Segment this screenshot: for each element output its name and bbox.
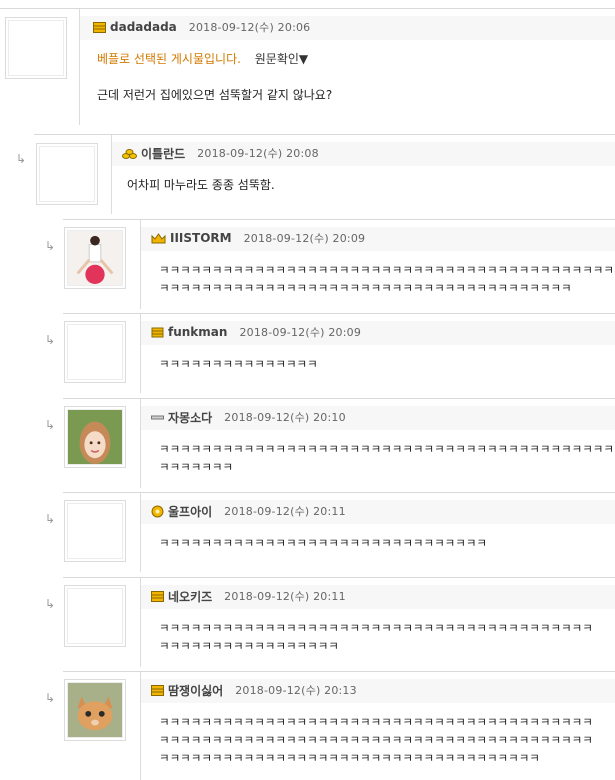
comment-1: dadadada 2018-09-12(수) 20:06 베플로 선택된 게시물… bbox=[0, 0, 615, 125]
avatar-photo-icon bbox=[68, 231, 122, 285]
avatar-kitten-icon bbox=[68, 683, 122, 737]
comment-date: 2018-09-12(수) 20:09 bbox=[243, 232, 366, 245]
gold-coins-level-icon bbox=[122, 148, 137, 159]
comment-text-line: ㅋㅋㅋㅋㅋㅋㅋㅋㅋㅋㅋㅋㅋㅋㅋㅋㅋㅋㅋㅋㅋㅋㅋㅋㅋㅋㅋㅋㅋㅋㅋㅋㅋㅋㅋㅋㅋㅋㅋㅋ… bbox=[159, 263, 614, 277]
comment-date: 2018-09-12(수) 20:10 bbox=[224, 411, 346, 424]
comment-text-line: ㅋㅋㅋㅋㅋㅋㅋㅋㅋㅋㅋㅋㅋㅋㅋㅋㅋㅋㅋㅋㅋㅋㅋㅋㅋㅋㅋㅋㅋㅋㅋㅋㅋㅋㅋㅋㅋㅋㅋㅋ… bbox=[159, 621, 593, 635]
silver-bar-level-icon bbox=[151, 415, 164, 419]
reply-arrow-icon: ↳ bbox=[45, 418, 56, 432]
comment-6: 울프아이 2018-09-12(수) 20:11 ㅋㅋㅋㅋㅋㅋㅋㅋㅋㅋㅋㅋㅋㅋㅋ… bbox=[63, 492, 615, 572]
author-nickname[interactable]: 네오키즈 bbox=[168, 588, 212, 605]
best-comment-label: 베플로 선택된 게시물입니다. bbox=[97, 52, 241, 66]
divider bbox=[0, 8, 615, 9]
author-nickname[interactable]: dadadada bbox=[110, 20, 177, 34]
comment-text-line: ㅋㅋㅋㅋㅋㅋㅋㅋㅋㅋㅋㅋㅋㅋㅋㅋㅋㅋㅋㅋㅋㅋㅋㅋㅋㅋㅋㅋㅋㅋㅋㅋㅋㅋㅋㅋㅋㅋㅋㅋ… bbox=[159, 442, 614, 456]
comment-text-line: ㅋㅋㅋㅋㅋㅋㅋ bbox=[159, 460, 234, 474]
avatar-photo-icon bbox=[68, 410, 122, 464]
comment-4: funkman 2018-09-12(수) 20:09 ㅋㅋㅋㅋㅋㅋㅋㅋㅋㅋㅋㅋ… bbox=[63, 313, 615, 393]
comment-date: 2018-09-12(수) 20:09 bbox=[239, 326, 362, 339]
gold-stack-level-icon bbox=[151, 327, 164, 337]
author-nickname[interactable]: 자몽소다 bbox=[168, 409, 212, 426]
avatar[interactable] bbox=[64, 227, 126, 289]
author-nickname[interactable]: funkman bbox=[168, 325, 227, 339]
avatar[interactable] bbox=[36, 143, 98, 205]
gold-crown-level-icon bbox=[151, 232, 166, 243]
comment-text-line: ㅋㅋㅋㅋㅋㅋㅋㅋㅋㅋㅋㅋㅋㅋㅋㅋㅋㅋㅋㅋㅋㅋㅋㅋㅋㅋㅋㅋㅋㅋㅋㅋㅋㅋㅋㅋㅋㅋㅋ bbox=[159, 281, 572, 295]
comment-8: 땀쟁이싫어 2018-09-12(수) 20:13 ㅋㅋㅋㅋㅋㅋㅋㅋㅋㅋㅋㅋㅋㅋ… bbox=[63, 671, 615, 780]
author-nickname[interactable]: 이틀란드 bbox=[141, 145, 185, 162]
gold-bar-level-icon bbox=[93, 21, 106, 33]
reply-arrow-icon: ↳ bbox=[16, 152, 27, 166]
comment-text-line: ㅋㅋㅋㅋㅋㅋㅋㅋㅋㅋㅋㅋㅋㅋㅋㅋㅋㅋㅋㅋㅋㅋㅋㅋㅋㅋㅋㅋㅋㅋㅋㅋㅋㅋㅋㅋㅋㅋㅋㅋ… bbox=[159, 733, 593, 747]
comment-date: 2018-09-12(수) 20:06 bbox=[188, 21, 311, 34]
comment-text-line: ㅋㅋㅋㅋㅋㅋㅋㅋㅋㅋㅋㅋㅋㅋㅋㅋㅋㅋㅋㅋㅋㅋㅋㅋㅋㅋㅋㅋㅋㅋㅋㅋㅋㅋㅋㅋ bbox=[159, 751, 540, 765]
comment-date: 2018-09-12(수) 20:13 bbox=[235, 684, 357, 697]
avatar[interactable] bbox=[5, 17, 67, 79]
comment-date: 2018-09-12(수) 20:11 bbox=[224, 505, 346, 518]
avatar[interactable] bbox=[64, 585, 126, 647]
reply-arrow-icon: ↳ bbox=[45, 597, 56, 611]
comment-date: 2018-09-12(수) 20:08 bbox=[197, 147, 319, 160]
gold-flower-level-icon bbox=[151, 505, 164, 517]
comment-text-line: ㅋㅋㅋㅋㅋㅋㅋㅋㅋㅋㅋㅋㅋㅋㅋㅋㅋ bbox=[159, 639, 339, 653]
comment-text-line: ㅋㅋㅋㅋㅋㅋㅋㅋㅋㅋㅋㅋㅋㅋㅋㅋㅋㅋㅋㅋㅋㅋㅋㅋㅋㅋㅋㅋㅋㅋㅋ bbox=[159, 536, 487, 550]
author-nickname[interactable]: IIISTORM bbox=[170, 231, 232, 245]
comment-text: 어차피 마누라도 종종 섬뚝함. bbox=[127, 178, 275, 192]
comment-3: IIISTORM 2018-09-12(수) 20:09 ㅋㅋㅋㅋㅋㅋㅋㅋㅋㅋㅋ… bbox=[63, 219, 615, 309]
avatar[interactable] bbox=[64, 500, 126, 562]
avatar[interactable] bbox=[64, 321, 126, 383]
reply-arrow-icon: ↳ bbox=[45, 239, 56, 253]
comment-5: 자몽소다 2018-09-12(수) 20:10 ㅋㅋㅋㅋㅋㅋㅋㅋㅋㅋㅋㅋㅋㅋㅋ… bbox=[63, 398, 615, 488]
view-original-link[interactable]: 원문확인▼ bbox=[255, 52, 308, 66]
reply-arrow-icon: ↳ bbox=[45, 512, 56, 526]
author-nickname[interactable]: 땀쟁이싫어 bbox=[168, 682, 223, 699]
comment-text-line: ㅋㅋㅋㅋㅋㅋㅋㅋㅋㅋㅋㅋㅋㅋㅋ bbox=[159, 357, 318, 371]
author-nickname[interactable]: 울프아이 bbox=[168, 503, 212, 520]
gold-bar-level-icon bbox=[151, 684, 164, 696]
comment-text: 근데 저런거 집에있으면 섬뚝할거 같지 않나요? bbox=[97, 88, 333, 102]
avatar[interactable] bbox=[64, 679, 126, 741]
comment-2: 이틀란드 2018-09-12(수) 20:08 어차피 마누라도 종종 섬뚝함… bbox=[34, 134, 615, 214]
comment-7: 네오키즈 2018-09-12(수) 20:11 ㅋㅋㅋㅋㅋㅋㅋㅋㅋㅋㅋㅋㅋㅋㅋ… bbox=[63, 577, 615, 667]
reply-arrow-icon: ↳ bbox=[45, 333, 56, 347]
comment-text-line: ㅋㅋㅋㅋㅋㅋㅋㅋㅋㅋㅋㅋㅋㅋㅋㅋㅋㅋㅋㅋㅋㅋㅋㅋㅋㅋㅋㅋㅋㅋㅋㅋㅋㅋㅋㅋㅋㅋㅋㅋ… bbox=[159, 715, 593, 729]
avatar[interactable] bbox=[64, 406, 126, 468]
reply-arrow-icon: ↳ bbox=[45, 691, 56, 705]
comment-date: 2018-09-12(수) 20:11 bbox=[224, 590, 346, 603]
gold-bar-level-icon bbox=[151, 590, 164, 602]
